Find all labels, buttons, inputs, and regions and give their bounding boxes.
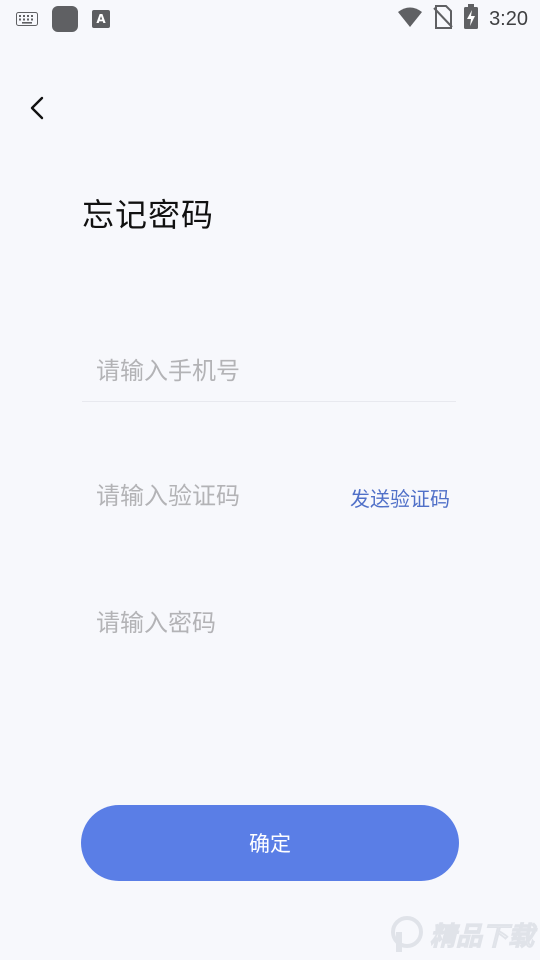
status-time: 3:20 [489, 7, 528, 30]
font-icon: A [92, 10, 110, 28]
code-input[interactable] [82, 465, 356, 527]
chevron-left-icon [30, 96, 44, 120]
confirm-button[interactable]: 确定 [81, 805, 459, 881]
password-field [82, 592, 456, 654]
status-bar-right: 3:20 [397, 4, 528, 34]
watermark: 精品下载 [390, 914, 535, 954]
keyboard-icon [16, 12, 38, 26]
phone-field [82, 340, 456, 402]
no-sim-icon [433, 5, 453, 33]
battery-charging-icon [463, 4, 479, 34]
watermark-logo-icon [390, 916, 423, 952]
watermark-text: 精品下载 [429, 921, 534, 952]
send-code-button[interactable]: 发送验证码 [350, 483, 450, 512]
status-bar-left: A [16, 6, 110, 32]
back-button[interactable] [22, 92, 54, 124]
app-icon [52, 6, 78, 32]
phone-divider [82, 401, 456, 402]
status-bar: A 3:20 [0, 0, 540, 36]
wifi-icon [397, 6, 423, 32]
password-input[interactable] [82, 592, 356, 654]
page-title: 忘记密码 [82, 196, 215, 234]
phone-input[interactable] [82, 340, 356, 402]
code-field: 发送验证码 [82, 465, 456, 527]
